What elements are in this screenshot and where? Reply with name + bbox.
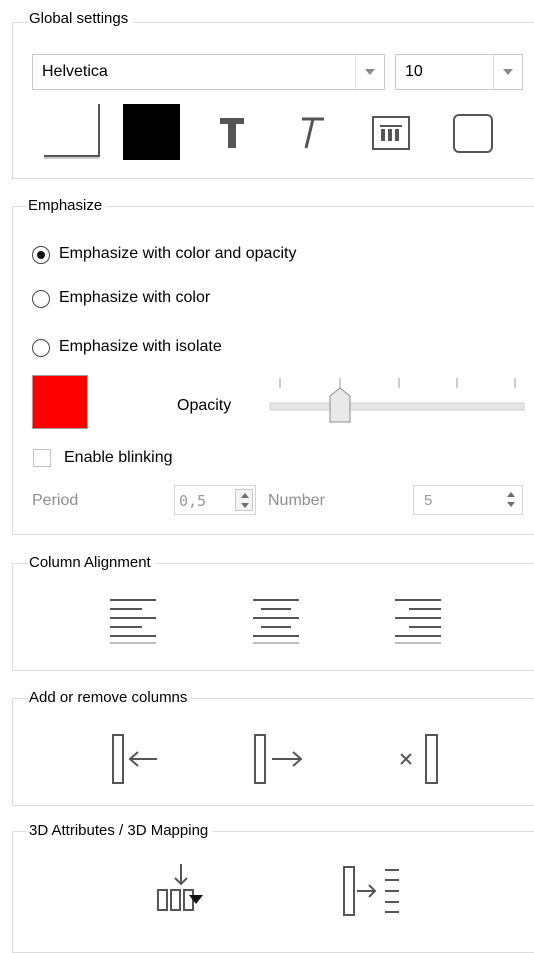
chevron-down-icon[interactable] <box>493 55 522 89</box>
spin-down-icon[interactable] <box>236 501 254 512</box>
enable-blinking-label: Enable blinking <box>64 449 173 466</box>
spin-buttons[interactable] <box>502 489 520 511</box>
number-label: Number <box>268 492 325 509</box>
emphasize-title: Emphasize <box>27 197 107 215</box>
period-label: Period <box>32 492 79 509</box>
border-style-icon[interactable] <box>44 104 100 160</box>
spin-down-icon[interactable] <box>502 500 520 511</box>
radio-label: Emphasize with color <box>59 289 211 306</box>
frame-icon[interactable] <box>453 114 493 154</box>
align-right-icon[interactable] <box>395 598 443 644</box>
font-family-value: Helvetica <box>42 63 108 80</box>
radio-label: Emphasize with isolate <box>59 338 222 355</box>
number-spinbox[interactable]: 5 <box>413 485 523 515</box>
emphasize-color-swatch[interactable] <box>32 375 88 429</box>
radio-indicator[interactable] <box>32 246 50 264</box>
text-color-button[interactable] <box>123 104 180 160</box>
spin-up-icon[interactable] <box>502 489 520 500</box>
opacity-label: Opacity <box>177 397 232 414</box>
radio-label: Emphasize with color and opacity <box>59 245 297 262</box>
add-column-right-icon[interactable] <box>254 734 304 786</box>
slider-thumb <box>329 387 351 423</box>
font-size-value: 10 <box>405 63 423 80</box>
bold-text-icon[interactable] <box>218 116 246 150</box>
chevron-down-icon[interactable] <box>355 55 384 89</box>
align-left-icon[interactable] <box>110 598 158 644</box>
add-column-left-icon[interactable] <box>112 734 160 786</box>
spin-up-icon[interactable] <box>236 490 254 501</box>
attributes-title: 3D Attributes / 3D Mapping <box>28 822 213 840</box>
align-center-icon[interactable] <box>253 598 301 644</box>
enable-blinking-checkbox[interactable] <box>33 449 51 467</box>
remove-column-icon[interactable] <box>398 734 442 786</box>
global-settings-title: Global settings <box>28 10 133 28</box>
number-value: 5 <box>424 492 433 509</box>
radio-indicator[interactable] <box>32 290 50 308</box>
column-alignment-title: Column Alignment <box>28 554 155 572</box>
radio-indicator[interactable] <box>32 339 50 357</box>
add-remove-columns-title: Add or remove columns <box>28 689 192 707</box>
period-spinbox[interactable]: 0,5 <box>174 485 256 515</box>
column-spacing-icon[interactable] <box>372 116 410 150</box>
spin-buttons[interactable] <box>235 489 253 511</box>
period-value: 0,5 <box>179 492 207 510</box>
insert-attribute-icon[interactable] <box>157 864 207 914</box>
italic-text-icon[interactable] <box>294 116 326 150</box>
opacity-slider[interactable] <box>269 376 526 428</box>
attributes-group <box>12 831 534 953</box>
map-columns-icon[interactable] <box>343 866 401 918</box>
font-family-combo[interactable]: Helvetica <box>32 54 385 90</box>
font-size-combo[interactable]: 10 <box>395 54 523 90</box>
